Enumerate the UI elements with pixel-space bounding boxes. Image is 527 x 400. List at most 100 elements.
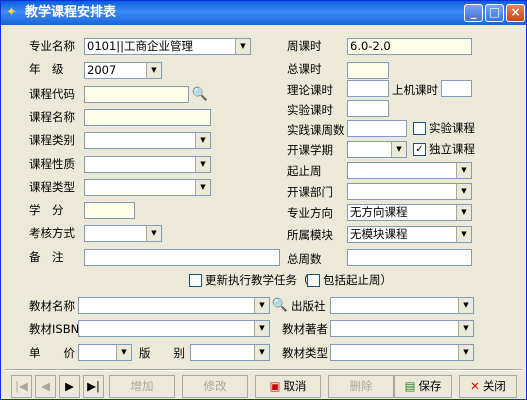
lab-hours-label: 上机课时 bbox=[392, 83, 438, 97]
delete-button[interactable]: 删除 bbox=[328, 375, 394, 398]
total-weeks-input[interactable] bbox=[347, 249, 472, 266]
open-dept-label: 开课部门 bbox=[287, 185, 333, 199]
chevron-down-icon[interactable]: ▼ bbox=[116, 345, 131, 360]
course-code-input[interactable] bbox=[84, 86, 189, 103]
course-name-label: 课程名称 bbox=[29, 110, 75, 124]
chevron-down-icon[interactable]: ▼ bbox=[146, 226, 161, 241]
last-record-button[interactable]: ▶| bbox=[83, 375, 104, 398]
chevron-down-icon[interactable]: ▼ bbox=[456, 184, 471, 199]
module-value: 无模块课程 bbox=[350, 227, 408, 241]
remark-label: 备 注 bbox=[29, 250, 64, 264]
chevron-down-icon[interactable]: ▼ bbox=[391, 142, 406, 157]
publisher-select[interactable]: ▼ bbox=[330, 297, 474, 314]
close-icon: ✕ bbox=[470, 379, 480, 393]
major-select[interactable]: 0101||工商企业管理 ▼ bbox=[84, 38, 251, 55]
isbn-label: 教材ISBN bbox=[29, 322, 80, 336]
chevron-down-icon[interactable]: ▼ bbox=[458, 298, 473, 313]
window-title: 教学课程安排表 bbox=[25, 5, 117, 20]
first-record-button[interactable]: |◀ bbox=[11, 375, 32, 398]
chevron-down-icon[interactable]: ▼ bbox=[195, 157, 210, 172]
practice-weeks-label: 实践课周数 bbox=[287, 123, 345, 137]
edit-button[interactable]: 修改 bbox=[182, 375, 248, 398]
close-window-button[interactable]: × bbox=[506, 4, 525, 22]
course-name-input[interactable] bbox=[84, 109, 211, 126]
total-hours-label: 总课时 bbox=[287, 62, 322, 76]
save-icon: ▤ bbox=[404, 379, 416, 393]
include-weeks-label: 包括起止周） bbox=[323, 273, 392, 287]
edition-label: 版 别 bbox=[139, 346, 185, 360]
price-select[interactable]: ▼ bbox=[78, 344, 132, 361]
experiment-course-label: 实验课程 bbox=[429, 121, 475, 135]
course-schedule-window: ✦ 教学课程安排表 _ □ × 专业名称 0101||工商企业管理 ▼ 年 级 2… bbox=[0, 0, 527, 400]
experiment-course-checkbox[interactable] bbox=[413, 122, 426, 135]
include-weeks-checkbox[interactable] bbox=[307, 274, 320, 287]
chevron-down-icon[interactable]: ▼ bbox=[458, 345, 473, 360]
binoculars-search-icon[interactable]: 🔍 bbox=[191, 86, 209, 103]
add-button[interactable]: 增加 bbox=[109, 375, 175, 398]
course-type-select[interactable]: ▼ bbox=[84, 179, 211, 196]
publisher-label: 出版社 bbox=[291, 299, 326, 313]
close-label: 关闭 bbox=[482, 379, 506, 393]
next-record-button[interactable]: ▶ bbox=[59, 375, 80, 398]
experiment-hours-input[interactable] bbox=[347, 100, 389, 117]
exam-method-select[interactable]: ▼ bbox=[84, 225, 162, 242]
chevron-down-icon[interactable]: ▼ bbox=[146, 63, 161, 78]
author-label: 教材著者 bbox=[282, 322, 328, 336]
major-value: 0101||工商企业管理 bbox=[87, 39, 194, 53]
course-nature-select[interactable]: ▼ bbox=[84, 156, 211, 173]
update-task-checkbox[interactable] bbox=[189, 274, 202, 287]
prev-record-button[interactable]: ◀ bbox=[35, 375, 56, 398]
open-dept-select[interactable]: ▼ bbox=[347, 183, 472, 200]
theory-hours-input[interactable] bbox=[347, 80, 389, 97]
minimize-button[interactable]: _ bbox=[464, 4, 483, 22]
total-hours-input[interactable] bbox=[347, 62, 389, 79]
chevron-down-icon[interactable]: ▼ bbox=[254, 321, 269, 336]
direction-select[interactable]: 无方向课程 ▼ bbox=[347, 204, 472, 221]
toolbar-separator bbox=[5, 369, 522, 371]
module-label: 所属模块 bbox=[287, 228, 333, 242]
textbook-name-select[interactable]: ▼ bbox=[78, 297, 270, 314]
practice-weeks-input[interactable] bbox=[347, 120, 407, 137]
module-select[interactable]: 无模块课程 ▼ bbox=[347, 226, 472, 243]
chevron-down-icon[interactable]: ▼ bbox=[254, 345, 269, 360]
course-code-label: 课程代码 bbox=[29, 87, 75, 101]
cancel-label: 取消 bbox=[283, 379, 307, 393]
save-button[interactable]: ▤ 保存 bbox=[394, 375, 452, 398]
chevron-down-icon[interactable]: ▼ bbox=[235, 39, 250, 54]
weekly-hours-input[interactable]: 6.0-2.0 bbox=[347, 38, 472, 55]
textbook-type-label: 教材类型 bbox=[282, 346, 328, 360]
open-semester-select[interactable]: ▼ bbox=[347, 141, 407, 158]
weekly-hours-label: 周课时 bbox=[287, 39, 322, 53]
course-type-label: 课程类型 bbox=[29, 180, 75, 194]
chevron-down-icon[interactable]: ▼ bbox=[456, 205, 471, 220]
course-nature-label: 课程性质 bbox=[29, 157, 75, 171]
update-task-label: 更新执行教学任务（ bbox=[205, 273, 309, 287]
remark-input[interactable] bbox=[84, 249, 280, 266]
major-label: 专业名称 bbox=[29, 39, 75, 53]
close-button[interactable]: ✕ 关闭 bbox=[459, 375, 517, 398]
chevron-down-icon[interactable]: ▼ bbox=[458, 321, 473, 336]
binoculars-search-icon[interactable]: 🔍 bbox=[271, 297, 289, 314]
edition-select[interactable]: ▼ bbox=[190, 344, 270, 361]
isbn-select[interactable]: ▼ bbox=[78, 320, 270, 337]
lab-hours-input[interactable] bbox=[441, 80, 472, 97]
chevron-down-icon[interactable]: ▼ bbox=[195, 180, 210, 195]
course-category-select[interactable]: ▼ bbox=[84, 132, 211, 149]
textbook-type-select[interactable]: ▼ bbox=[330, 344, 474, 361]
experiment-hours-label: 实验课时 bbox=[287, 103, 333, 117]
start-end-week-select[interactable]: ▼ bbox=[347, 162, 472, 179]
cancel-button[interactable]: ▣ 取消 bbox=[255, 375, 321, 398]
independent-course-checkbox[interactable]: ✓ bbox=[413, 143, 426, 156]
theory-hours-label: 理论课时 bbox=[287, 83, 333, 97]
chevron-down-icon[interactable]: ▼ bbox=[254, 298, 269, 313]
maximize-button[interactable]: □ bbox=[485, 4, 504, 22]
credit-input[interactable] bbox=[84, 202, 135, 219]
chevron-down-icon[interactable]: ▼ bbox=[195, 133, 210, 148]
author-select[interactable]: ▼ bbox=[330, 320, 474, 337]
exam-method-label: 考核方式 bbox=[29, 226, 75, 240]
price-label: 单 价 bbox=[29, 346, 75, 360]
open-semester-label: 开课学期 bbox=[287, 143, 333, 157]
chevron-down-icon[interactable]: ▼ bbox=[456, 227, 471, 242]
chevron-down-icon[interactable]: ▼ bbox=[456, 163, 471, 178]
grade-select[interactable]: 2007 ▼ bbox=[84, 62, 162, 79]
